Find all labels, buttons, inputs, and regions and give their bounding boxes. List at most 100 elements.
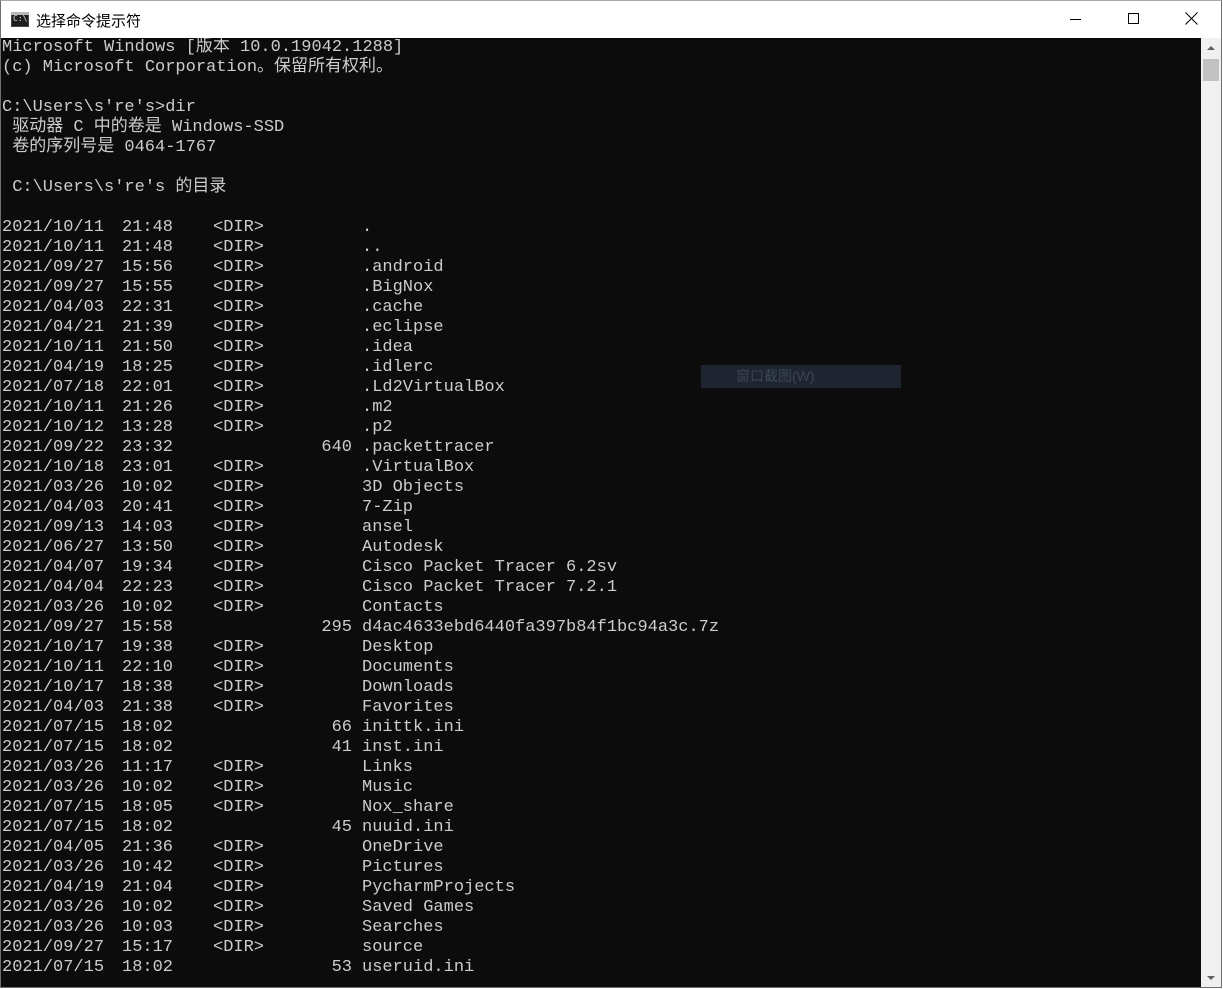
entry-date: 2021/10/11: [2, 658, 105, 677]
entry-type: <DIR>: [213, 378, 265, 397]
entry-name: Downloads: [362, 678, 454, 697]
listing-row: 2021/10/12 13:28 <DIR> .p2: [1, 418, 1201, 438]
entry-name: Autodesk: [362, 538, 444, 557]
entry-name: 7-Zip: [362, 498, 414, 517]
tooltip-text: 窗口截图(W): [736, 368, 815, 384]
maximize-button[interactable]: [1105, 1, 1163, 38]
entry-date: 2021/10/17: [2, 638, 105, 657]
listing-row: 2021/03/26 10:02 <DIR> Saved Games: [1, 898, 1201, 918]
console-line: C:\Users\s're's 的目录: [2, 178, 227, 197]
title-bar[interactable]: C:\ 选择命令提示符: [1, 1, 1221, 38]
listing-row: 2021/07/15 18:02 41 inst.ini: [1, 738, 1201, 758]
minimize-button[interactable]: [1047, 1, 1105, 38]
entry-time: 10:02: [122, 778, 174, 797]
entry-time: 13:28: [122, 418, 174, 437]
listing-row: 2021/03/26 10:03 <DIR> Searches: [1, 918, 1201, 938]
entry-name: .: [362, 218, 373, 237]
listing-row: 2021/09/22 23:32 640 .packettracer: [1, 438, 1201, 458]
directory-listing: 2021/10/11 21:48 <DIR>. 2021/10/11 21:48 <DIR…: [1, 218, 1201, 978]
entry-date: 2021/10/12: [2, 418, 105, 437]
listing-row: 2021/09/27 15:17 <DIR> source: [1, 938, 1201, 958]
entry-name: ..: [362, 238, 383, 257]
entry-name: .eclipse: [362, 318, 444, 337]
close-button[interactable]: [1163, 1, 1221, 38]
entry-name: Nox_share: [362, 798, 454, 817]
entry-size: 66: [331, 718, 352, 737]
listing-row: 2021/07/15 18:02 45 nuuid.ini: [1, 818, 1201, 838]
entry-date: 2021/03/26: [2, 778, 105, 797]
entry-time: 18:02: [122, 818, 174, 837]
entry-time: 10:02: [122, 598, 174, 617]
listing-row: 2021/07/15 18:05 <DIR> Nox_share: [1, 798, 1201, 818]
entry-time: 21:48: [122, 238, 174, 257]
listing-row: 2021/07/15 18:02 66 inittk.ini: [1, 718, 1201, 738]
entry-time: 21:50: [122, 338, 174, 357]
scroll-down-icon[interactable]: [1201, 968, 1221, 987]
entry-time: 19:38: [122, 638, 174, 657]
entry-time: 22:01: [122, 378, 174, 397]
entry-date: 2021/04/19: [2, 878, 105, 897]
entry-date: 2021/04/07: [2, 558, 105, 577]
scrollbar-thumb[interactable]: [1203, 59, 1219, 81]
entry-name: inst.ini: [362, 738, 444, 757]
listing-row: 2021/03/26 10:02 <DIR> 3D Objects: [1, 478, 1201, 498]
console-output[interactable]: Microsoft Windows [版本 10.0.19042.1288] (c…: [1, 38, 1201, 987]
vertical-scrollbar[interactable]: [1201, 38, 1221, 987]
entry-type: <DIR>: [213, 558, 265, 577]
entry-time: 19:34: [122, 558, 174, 577]
entry-type: <DIR>: [213, 898, 265, 917]
entry-date: 2021/09/13: [2, 518, 105, 537]
entry-time: 18:05: [122, 798, 174, 817]
entry-date: 2021/09/27: [2, 258, 105, 277]
listing-row: 2021/04/03 21:38 <DIR> Favorites: [1, 698, 1201, 718]
entry-name: .idlerc: [362, 358, 434, 377]
entry-type: <DIR>: [213, 798, 265, 817]
entry-name: .Ld2VirtualBox: [362, 378, 505, 397]
entry-type: <DIR>: [213, 398, 265, 417]
entry-size: 295: [321, 618, 352, 637]
entry-name: Desktop: [362, 638, 434, 657]
entry-date: 2021/10/18: [2, 458, 105, 477]
entry-time: 18:02: [122, 738, 174, 757]
entry-type: <DIR>: [213, 358, 265, 377]
entry-time: 15:56: [122, 258, 174, 277]
entry-date: 2021/07/15: [2, 738, 105, 757]
entry-name: nuuid.ini: [362, 818, 454, 837]
entry-name: Music: [362, 778, 414, 797]
entry-type: <DIR>: [213, 578, 265, 597]
entry-name: useruid.ini: [362, 958, 475, 977]
entry-name: d4ac4633ebd6440fa397b84f1bc94a3c.7z: [362, 618, 720, 637]
listing-row: 2021/04/03 20:41 <DIR> 7-Zip: [1, 498, 1201, 518]
entry-time: 21:48: [122, 218, 174, 237]
entry-date: 2021/06/27: [2, 538, 105, 557]
console-line: Microsoft Windows [版本 10.0.19042.1288]: [2, 38, 404, 57]
entry-time: 21:38: [122, 698, 174, 717]
entry-date: 2021/07/15: [2, 798, 105, 817]
listing-row: 2021/10/17 18:38 <DIR> Downloads: [1, 678, 1201, 698]
entry-type: <DIR>: [213, 858, 265, 877]
scroll-up-icon[interactable]: [1201, 38, 1221, 58]
listing-row: 2021/09/27 15:55 <DIR> .BigNox: [1, 278, 1201, 298]
entry-type: <DIR>: [213, 698, 265, 717]
entry-date: 2021/09/27: [2, 938, 105, 957]
listing-row: 2021/09/13 14:03 <DIR> ansel: [1, 518, 1201, 538]
entry-name: .m2: [362, 398, 393, 417]
entry-type: <DIR>: [213, 298, 265, 317]
entry-time: 11:17: [122, 758, 174, 777]
entry-name: Pictures: [362, 858, 444, 877]
entry-time: 23:32: [122, 438, 174, 457]
listing-row: 2021/03/26 10:42 <DIR> Pictures: [1, 858, 1201, 878]
entry-date: 2021/04/03: [2, 498, 105, 517]
listing-row: 2021/10/11 21:48 <DIR>.: [1, 218, 1201, 238]
entry-date: 2021/07/18: [2, 378, 105, 397]
entry-name: Cisco Packet Tracer 6.2sv: [362, 558, 618, 577]
entry-type: <DIR>: [213, 318, 265, 337]
entry-date: 2021/03/26: [2, 478, 105, 497]
entry-type: <DIR>: [213, 538, 265, 557]
entry-date: 2021/03/26: [2, 758, 105, 777]
listing-row: 2021/03/26 10:02 <DIR> Music: [1, 778, 1201, 798]
listing-row: 2021/07/15 18:02 53 useruid.ini: [1, 958, 1201, 978]
entry-type: <DIR>: [213, 218, 265, 237]
cmd-icon[interactable]: C:\: [11, 12, 29, 27]
